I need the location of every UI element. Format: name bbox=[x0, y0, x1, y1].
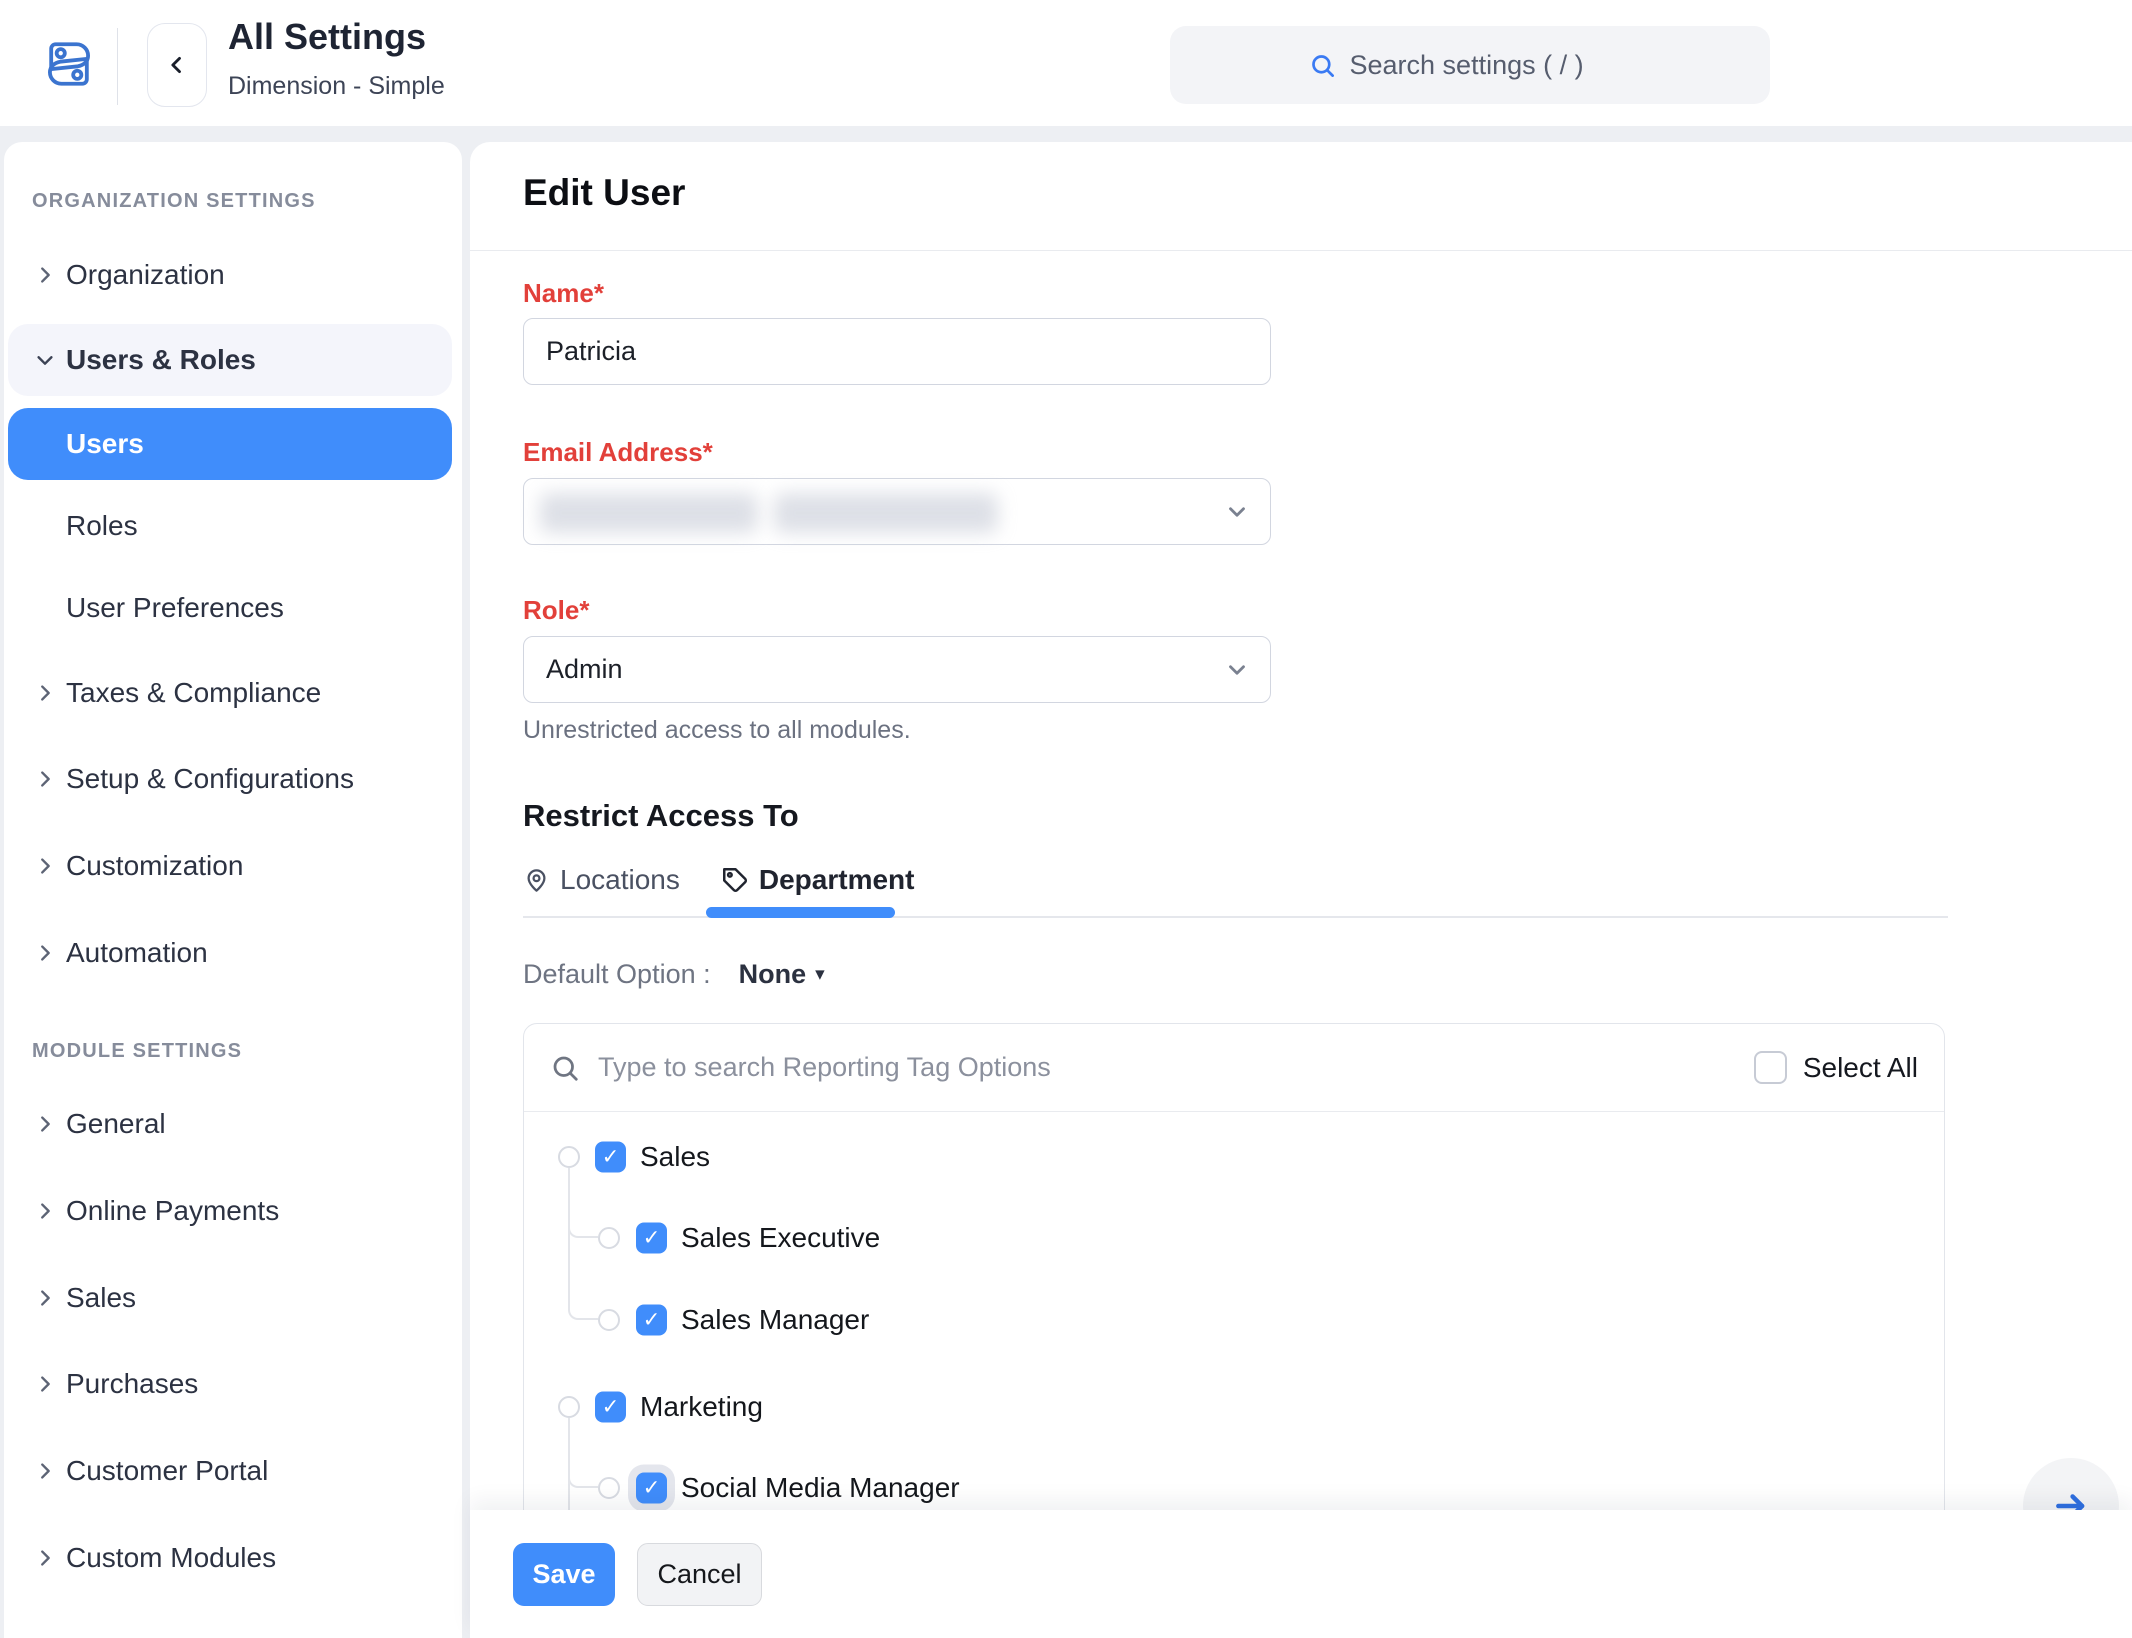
chevron-down-icon bbox=[34, 349, 56, 371]
sidebar-item-setup-configurations[interactable]: Setup & Configurations bbox=[8, 743, 452, 815]
sidebar-item-users[interactable]: Users bbox=[8, 408, 452, 480]
name-label: Name* bbox=[523, 278, 604, 309]
app-window: All Settings Dimension - Simple ORGANIZA… bbox=[0, 0, 2132, 1638]
caret-down-icon: ▾ bbox=[815, 965, 825, 984]
chevron-right-icon bbox=[34, 682, 56, 704]
save-button[interactable]: Save bbox=[513, 1543, 615, 1606]
sidebar-item-sales[interactable]: Sales bbox=[8, 1262, 452, 1334]
sidebar-item-general[interactable]: General bbox=[8, 1088, 452, 1160]
chevron-right-icon bbox=[34, 1547, 56, 1569]
sidebar-item-customer-portal[interactable]: Customer Portal bbox=[8, 1435, 452, 1507]
chevron-right-icon bbox=[34, 855, 56, 877]
name-field[interactable] bbox=[523, 318, 1271, 385]
select-all-checkbox[interactable] bbox=[1754, 1051, 1787, 1084]
checkbox-checked[interactable] bbox=[636, 1305, 667, 1336]
tree-item-marketing: Marketing bbox=[524, 1377, 1944, 1437]
sidebar-item-roles[interactable]: Roles bbox=[8, 490, 452, 562]
sidebar-item-organization[interactable]: Organization bbox=[8, 239, 452, 311]
default-option-label: Default Option : bbox=[523, 959, 711, 990]
edit-user-panel: Edit User Name* Email Address* Role* Adm… bbox=[470, 142, 2132, 1638]
checkbox-checked[interactable] bbox=[595, 1392, 626, 1423]
role-label: Role* bbox=[523, 595, 589, 626]
tag-options-search-input[interactable] bbox=[596, 1051, 1754, 1084]
sidebar-item-users-roles[interactable]: Users & Roles bbox=[8, 324, 452, 396]
chevron-right-icon bbox=[34, 264, 56, 286]
sidebar-item-purchases[interactable]: Purchases bbox=[8, 1348, 452, 1420]
page-title: All Settings bbox=[228, 16, 426, 58]
back-button[interactable] bbox=[147, 23, 207, 107]
default-option-dropdown[interactable]: None ▾ bbox=[739, 959, 825, 990]
role-help-text: Unrestricted access to all modules. bbox=[523, 716, 911, 745]
chevron-left-icon bbox=[167, 54, 187, 76]
sidebar-item-automation[interactable]: Automation bbox=[8, 917, 452, 989]
chevron-right-icon bbox=[34, 1113, 56, 1135]
tree-node-circle[interactable] bbox=[558, 1146, 580, 1168]
tab-department[interactable]: Department bbox=[722, 864, 915, 896]
chevron-right-icon bbox=[34, 1200, 56, 1222]
email-label: Email Address* bbox=[523, 437, 713, 468]
email-select[interactable] bbox=[523, 478, 1271, 545]
checkbox-checked[interactable] bbox=[636, 1223, 667, 1254]
select-all-label: Select All bbox=[1803, 1052, 1918, 1084]
restrict-access-heading: Restrict Access To bbox=[523, 798, 799, 834]
sidebar-item-online-payments[interactable]: Online Payments bbox=[8, 1175, 452, 1247]
select-all-control[interactable]: Select All bbox=[1754, 1051, 1918, 1084]
chevron-down-icon bbox=[1224, 499, 1250, 525]
sidebar-item-user-preferences[interactable]: User Preferences bbox=[8, 572, 452, 644]
settings-search[interactable] bbox=[1170, 26, 1770, 104]
default-option-row: Default Option : None ▾ bbox=[523, 954, 825, 994]
redacted-email-blur bbox=[540, 493, 758, 533]
settings-search-input[interactable] bbox=[1348, 49, 1632, 82]
search-icon bbox=[1309, 52, 1336, 79]
location-pin-icon bbox=[523, 867, 550, 894]
top-bar: All Settings Dimension - Simple bbox=[0, 0, 2132, 126]
tab-locations[interactable]: Locations bbox=[523, 864, 680, 896]
tree-item-sales: Sales bbox=[524, 1127, 1944, 1187]
form-footer: Save Cancel bbox=[470, 1510, 2132, 1638]
redacted-email-blur bbox=[774, 493, 998, 533]
chevron-down-icon bbox=[1224, 657, 1250, 683]
checkbox-checked-focused[interactable] bbox=[636, 1473, 667, 1504]
chevron-right-icon bbox=[34, 1373, 56, 1395]
chevron-right-icon bbox=[34, 1460, 56, 1482]
active-tab-indicator bbox=[706, 907, 895, 918]
tree-item-sales-manager: Sales Manager bbox=[524, 1290, 1944, 1350]
page-heading: Edit User bbox=[523, 172, 685, 214]
tree-node-circle[interactable] bbox=[558, 1396, 580, 1418]
tree-node-circle[interactable] bbox=[598, 1227, 620, 1249]
tree-search-row: Select All bbox=[524, 1024, 1944, 1111]
header-divider bbox=[117, 28, 118, 105]
section-organization-settings: ORGANIZATION SETTINGS bbox=[32, 190, 316, 213]
sidebar-item-custom-modules[interactable]: Custom Modules bbox=[8, 1522, 452, 1594]
tag-icon bbox=[722, 867, 749, 894]
tree-item-social-media-manager: Social Media Manager bbox=[524, 1458, 1944, 1518]
zoho-books-logo[interactable] bbox=[41, 36, 97, 92]
chevron-right-icon bbox=[34, 942, 56, 964]
chevron-right-icon bbox=[34, 768, 56, 790]
tree-node-circle[interactable] bbox=[598, 1309, 620, 1331]
heading-divider bbox=[470, 250, 2132, 251]
sidebar-item-taxes-compliance[interactable]: Taxes & Compliance bbox=[8, 657, 452, 729]
cancel-button[interactable]: Cancel bbox=[637, 1543, 762, 1606]
chevron-right-icon bbox=[34, 1287, 56, 1309]
role-value: Admin bbox=[546, 654, 623, 685]
role-select[interactable]: Admin bbox=[523, 636, 1271, 703]
section-module-settings: MODULE SETTINGS bbox=[32, 1040, 242, 1063]
tabs-underline bbox=[523, 916, 1948, 918]
restrict-tabs: Locations Department bbox=[523, 856, 914, 904]
search-icon bbox=[550, 1053, 580, 1083]
sidebar-item-customization[interactable]: Customization bbox=[8, 830, 452, 902]
page-subtitle: Dimension - Simple bbox=[228, 72, 445, 101]
checkbox-checked[interactable] bbox=[595, 1142, 626, 1173]
tree-item-sales-executive: Sales Executive bbox=[524, 1208, 1944, 1268]
tree-node-circle[interactable] bbox=[598, 1477, 620, 1499]
settings-sidebar: ORGANIZATION SETTINGS Organization Users… bbox=[4, 142, 462, 1638]
